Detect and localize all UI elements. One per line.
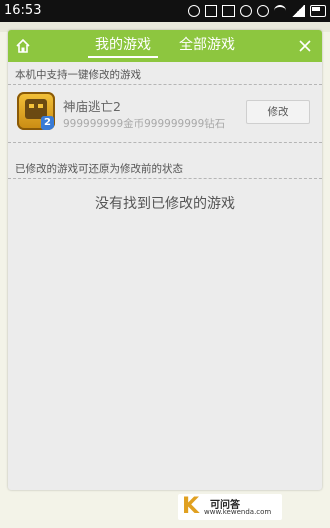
signal-icon (291, 5, 305, 17)
supported-section-label: 本机中支持一键修改的游戏 (15, 69, 141, 81)
status-icons (188, 3, 326, 19)
wifi-icon (274, 5, 286, 17)
tab-my-games-label: 我的游戏 (95, 37, 151, 53)
message-icon (188, 5, 200, 17)
app-grid-icon (205, 5, 217, 17)
modify-button[interactable]: 修改 (246, 100, 310, 124)
modified-section-label: 已修改的游戏可还原为修改前的状态 (15, 163, 183, 175)
dialog-header: 我的游戏 全部游戏 (8, 30, 322, 62)
status-time: 16:53 (4, 3, 42, 18)
watermark-logo: K 可问答 www.kewenda.com (178, 494, 282, 520)
game-modify-dialog: 我的游戏 全部游戏 本机中支持一键修改的游戏 2 神庙逃亡2 999999999… (8, 30, 322, 490)
alarm-icon (257, 5, 269, 17)
empty-state-message: 没有找到已修改的游戏 (95, 196, 235, 212)
game-row: 2 神庙逃亡2 999999999金币999999999钻石 修改 (8, 88, 322, 136)
watermark-k: K (182, 494, 200, 519)
game-stats: 999999999金币999999999钻石 (63, 118, 226, 130)
section-divider (8, 178, 322, 179)
tab-all-games[interactable]: 全部游戏 (170, 30, 244, 62)
battery-icon (310, 5, 326, 17)
icon-badge: 2 (41, 116, 54, 130)
tab-all-games-label: 全部游戏 (179, 37, 235, 53)
section-divider (8, 84, 322, 85)
watermark-url: www.kewenda.com (204, 508, 272, 516)
active-tab-indicator (88, 56, 158, 58)
tab-my-games[interactable]: 我的游戏 (88, 30, 158, 62)
status-bar: 16:53 (0, 0, 330, 22)
temple-run-2-icon: 2 (17, 92, 55, 130)
section-divider (8, 142, 322, 143)
home-icon[interactable] (14, 37, 32, 55)
game-name: 神庙逃亡2 (63, 99, 121, 114)
close-icon[interactable] (296, 37, 314, 55)
face-icon (240, 5, 252, 17)
image-icon (222, 5, 235, 17)
